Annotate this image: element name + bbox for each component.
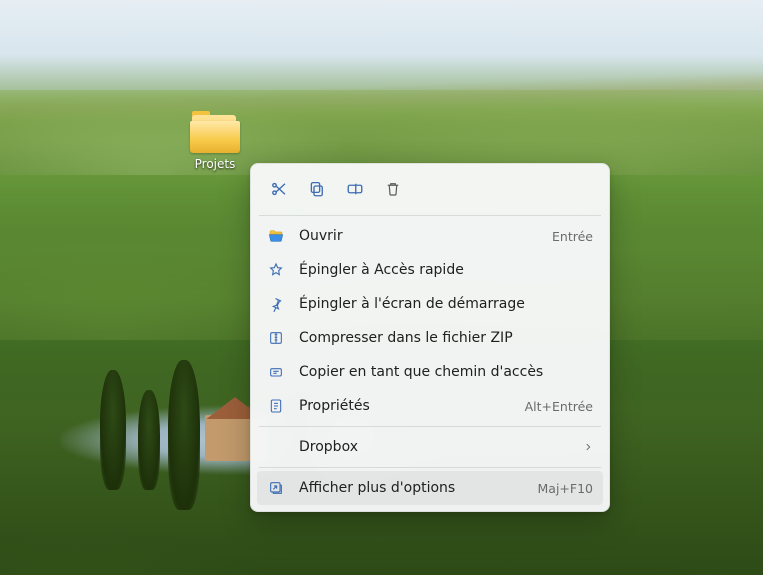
copy-button[interactable] — [299, 172, 335, 206]
trash-icon — [384, 180, 402, 198]
menu-item-label: Épingler à Accès rapide — [299, 262, 593, 278]
menu-item-pin-quick-access[interactable]: Épingler à Accès rapide — [257, 253, 603, 287]
more-options-icon — [267, 480, 285, 496]
context-menu: Ouvrir Entrée Épingler à Accès rapide Ép… — [250, 163, 610, 512]
rename-icon — [346, 180, 364, 198]
copy-icon — [308, 180, 326, 198]
properties-icon — [267, 398, 285, 414]
menu-item-accelerator: Maj+F10 — [538, 481, 594, 496]
copy-path-icon — [267, 364, 285, 380]
menu-item-label: Compresser dans le fichier ZIP — [299, 330, 593, 346]
menu-item-accelerator: Entrée — [552, 229, 593, 244]
wallpaper-tree — [100, 370, 126, 490]
menu-item-properties[interactable]: Propriétés Alt+Entrée — [257, 389, 603, 423]
menu-separator — [259, 215, 601, 216]
folder-open-icon — [267, 228, 285, 244]
menu-item-label: Afficher plus d'options — [299, 480, 524, 496]
menu-item-label: Copier en tant que chemin d'accès — [299, 364, 593, 380]
scissors-icon — [270, 180, 288, 198]
zip-icon — [267, 330, 285, 346]
menu-item-open[interactable]: Ouvrir Entrée — [257, 219, 603, 253]
menu-item-label: Propriétés — [299, 398, 511, 414]
menu-item-compress-zip[interactable]: Compresser dans le fichier ZIP — [257, 321, 603, 355]
menu-separator — [259, 467, 601, 468]
menu-item-label: Dropbox — [299, 439, 569, 455]
menu-item-more-options[interactable]: Afficher plus d'options Maj+F10 — [257, 471, 603, 505]
menu-item-accelerator: Alt+Entrée — [525, 399, 593, 414]
delete-button[interactable] — [375, 172, 411, 206]
cut-button[interactable] — [261, 172, 297, 206]
rename-button[interactable] — [337, 172, 373, 206]
desktop-folder-projets[interactable]: Projets — [179, 113, 251, 171]
star-icon — [267, 262, 285, 278]
menu-item-pin-start[interactable]: Épingler à l'écran de démarrage — [257, 287, 603, 321]
wallpaper-tree — [168, 360, 200, 510]
desktop-folder-label: Projets — [195, 157, 236, 171]
menu-item-copy-as-path[interactable]: Copier en tant que chemin d'accès — [257, 355, 603, 389]
folder-icon — [190, 113, 240, 153]
chevron-right-icon — [583, 442, 593, 452]
menu-item-dropbox[interactable]: Dropbox — [257, 430, 603, 464]
menu-item-label: Épingler à l'écran de démarrage — [299, 296, 593, 312]
menu-separator — [259, 426, 601, 427]
wallpaper-tree — [138, 390, 160, 490]
context-menu-quick-actions — [257, 170, 603, 212]
menu-item-label: Ouvrir — [299, 228, 538, 244]
pin-icon — [267, 296, 285, 312]
